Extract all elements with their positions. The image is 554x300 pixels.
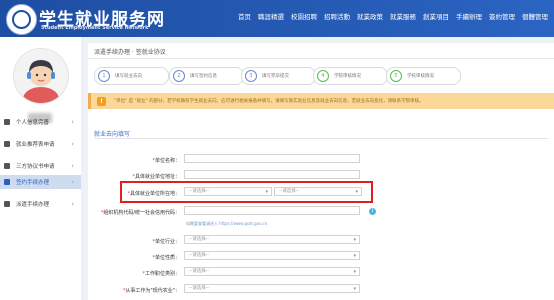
site-subtitle: Student Employment Service Network [41,25,149,31]
warning-icon: ! [97,96,106,106]
sidebar-item-recommendation[interactable]: 就业推荐表申请 › [0,137,81,151]
chevron-right-icon: › [71,140,74,148]
chevron-down-icon: ▾ [353,269,356,275]
sidebar-item-signing[interactable]: 签约手续办理 › [0,175,81,189]
step-label: 填写签约信息 [190,74,217,79]
nav-item[interactable]: 首页 [238,11,251,21]
notice-banner: ! "单位" 是 "就业" 的部分，若学校确有学生就业去向，应可进行相关报备并填… [88,93,554,109]
step-number: 3 [245,70,257,82]
step-number: 4 [317,70,329,82]
chevron-right-icon: › [71,162,74,170]
top-navigation-bar: 学生就业服务网 Student Employment Service Netwo… [0,0,554,37]
unit-name-input[interactable] [184,154,360,163]
industry-label: *单位行业： [152,239,180,245]
nav-item[interactable]: 就業政策 [357,11,383,21]
step-4: 4 学院审核情况 [313,67,388,85]
unit-location-label: *具体就业单位所在地： [127,191,180,197]
user-icon [4,119,10,125]
nature-select[interactable]: --请选择-- ▾ [184,251,360,260]
nav-item[interactable]: 創業項目 [423,11,449,21]
job-category-select[interactable]: --请选择-- ▾ [184,267,360,276]
notice-text: "单位" 是 "就业" 的部分，若学校确有学生就业去向，应可进行相关报备并填写，… [114,99,424,104]
contract-icon [4,179,10,185]
nav-item[interactable]: 職涯精選 [258,11,284,21]
unit-address-input[interactable] [184,170,360,179]
nav-item[interactable]: 手續辦理 [456,11,482,21]
chevron-right-icon: › [71,118,74,126]
sidebar-item-label: 三方协议书申请 [16,164,55,170]
industry-select[interactable]: --请选择-- ▾ [184,235,360,244]
step-3: 3 填写完毕提交 [241,67,316,85]
divider [94,138,548,139]
sidebar-item-label: 签约手续办理 [16,180,50,186]
step-1: 1 填写就业去向 [94,67,169,85]
nav-item[interactable]: 簽約管理 [489,11,515,21]
step-number: 2 [173,70,185,82]
document-icon [4,141,10,147]
nav-item[interactable]: 招聘活動 [324,11,350,21]
credit-code-label: *组织机构代码/统一社会信用代码： [100,210,180,216]
site-logo[interactable] [6,4,37,35]
sidebar-item-label: 就业推荐表申请 [16,142,55,148]
chevron-down-icon: ▾ [265,189,268,195]
chevron-right-icon: › [71,200,74,208]
sidebar-item-dispatch[interactable]: 派遣手续办理 › [0,197,81,211]
agri-select[interactable]: --请选择-- ▾ [184,284,360,293]
sidebar-item-label: 个人信息完善 [16,120,50,126]
main-nav: 首页 職涯精選 校園招聘 招聘活動 就業政策 就業服務 創業項目 手續辦理 簽約… [238,11,554,21]
step-2: 2 填写签约信息 [169,67,244,85]
section-title: 就业去向填写 [94,131,131,138]
avatar [13,48,69,104]
nav-item[interactable]: 校園招聘 [291,11,317,21]
chevron-down-icon: ▾ [353,253,356,259]
nav-item[interactable]: 就業服務 [390,11,416,21]
file-icon [4,163,10,169]
folder-icon [4,201,10,207]
chevron-right-icon: › [71,178,74,186]
chevron-down-icon: ▾ [353,237,356,243]
unit-name-label: *单位名称： [152,158,180,164]
credit-code-input[interactable] [184,206,360,215]
nature-label: *单位性质： [152,255,180,261]
agri-label: *从事工作为"现代农业"： [122,288,180,294]
sidebar-item-tripartite[interactable]: 三方协议书申请 › [0,159,81,173]
credit-code-hint[interactable]: 如需要查看请进入 https://www.gsxt.gov.cn [186,221,267,227]
city-select[interactable]: --请选择-- ▾ [274,187,362,196]
chevron-down-icon: ▾ [355,189,358,195]
divider [88,58,554,59]
step-label: 填写完毕提交 [262,74,289,79]
sidebar-item-label: 派遣手续办理 [16,202,50,208]
unit-address-label: *具体就业单位地址： [132,174,180,180]
sidebar: 个人信息完善 › 就业推荐表申请 › 三方协议书申请 › 签约手续办理 › 派遣… [0,37,81,300]
chevron-down-icon: ▾ [353,286,356,292]
breadcrumb: 派遣手续办理 · 签就业协议 [94,49,166,56]
step-label: 填写就业去向 [115,74,142,79]
step-label: 学院审核情况 [334,74,361,79]
step-5: 5 学校审核情况 [386,67,461,85]
step-label: 学校审核情况 [407,74,434,79]
province-select[interactable]: --请选择-- ▾ [184,187,272,196]
sidebar-item-profile[interactable]: 个人信息完善 › [0,115,81,129]
job-category-label: *工作职位类别： [142,271,180,277]
nav-item[interactable]: 個體管理 [522,11,548,21]
step-number: 5 [390,70,402,82]
info-icon[interactable]: i [369,208,376,215]
step-number: 1 [98,70,110,82]
